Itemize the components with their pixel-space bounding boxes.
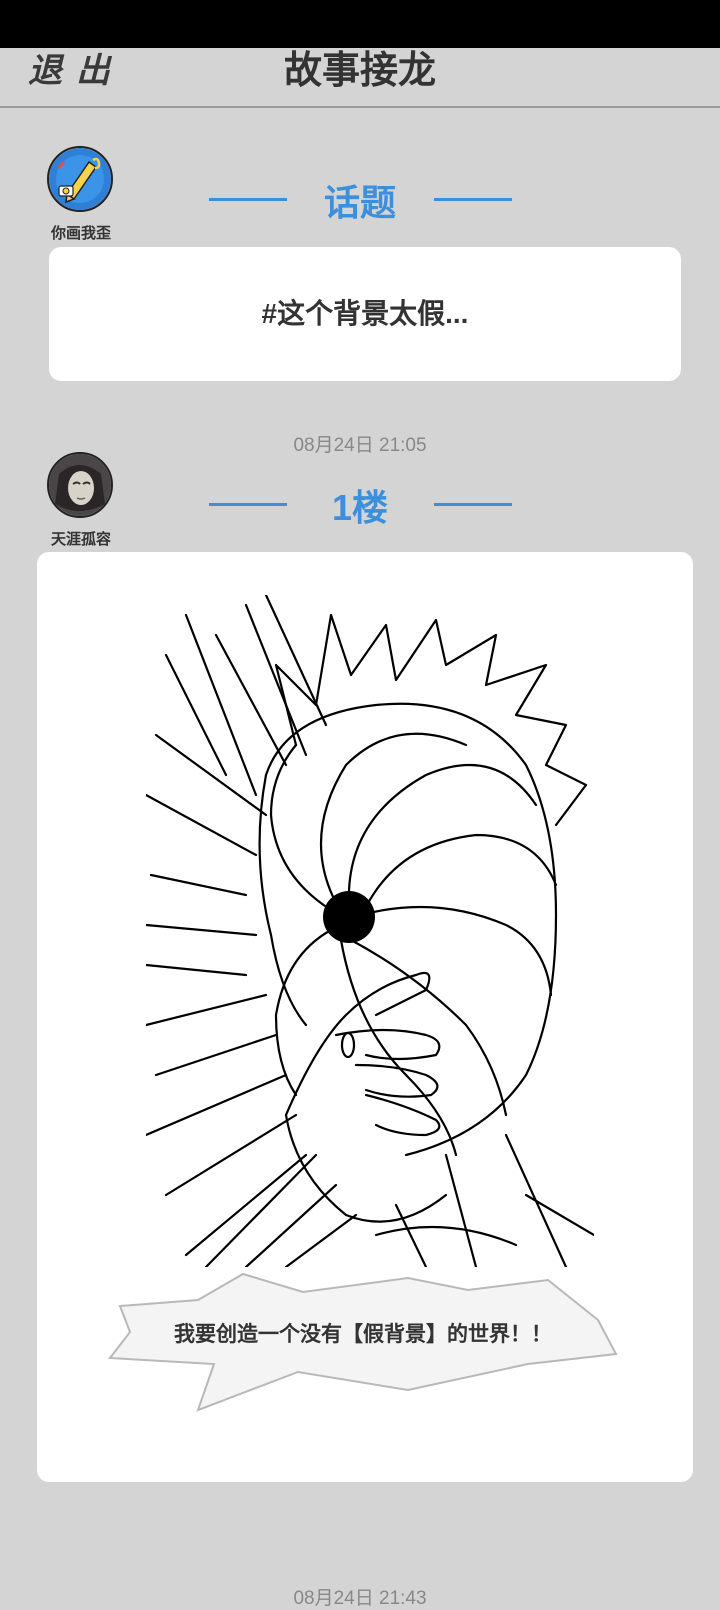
section-divider-right	[434, 503, 512, 506]
topic-text: #这个背景太假...	[261, 298, 469, 329]
post-timestamp: 08月24日 21:05	[293, 435, 427, 456]
page-title: 故事接龙	[283, 50, 436, 92]
header-bar: 退出 故事接龙	[0, 48, 720, 108]
section-title-topic: 话题	[323, 182, 396, 223]
section-divider-right	[434, 198, 512, 201]
post-timestamp: 08月24日 21:43	[293, 1588, 427, 1609]
post-floor-label: 1楼	[331, 487, 389, 528]
topic-card: #这个背景太假...	[49, 247, 681, 381]
post-drawing[interactable]	[146, 595, 594, 1267]
post-author-name: 天涯孤容	[50, 531, 111, 548]
post-caption: 我要创造一个没有【假背景】的世界！！	[174, 1323, 552, 1346]
status-bar	[0, 0, 720, 48]
